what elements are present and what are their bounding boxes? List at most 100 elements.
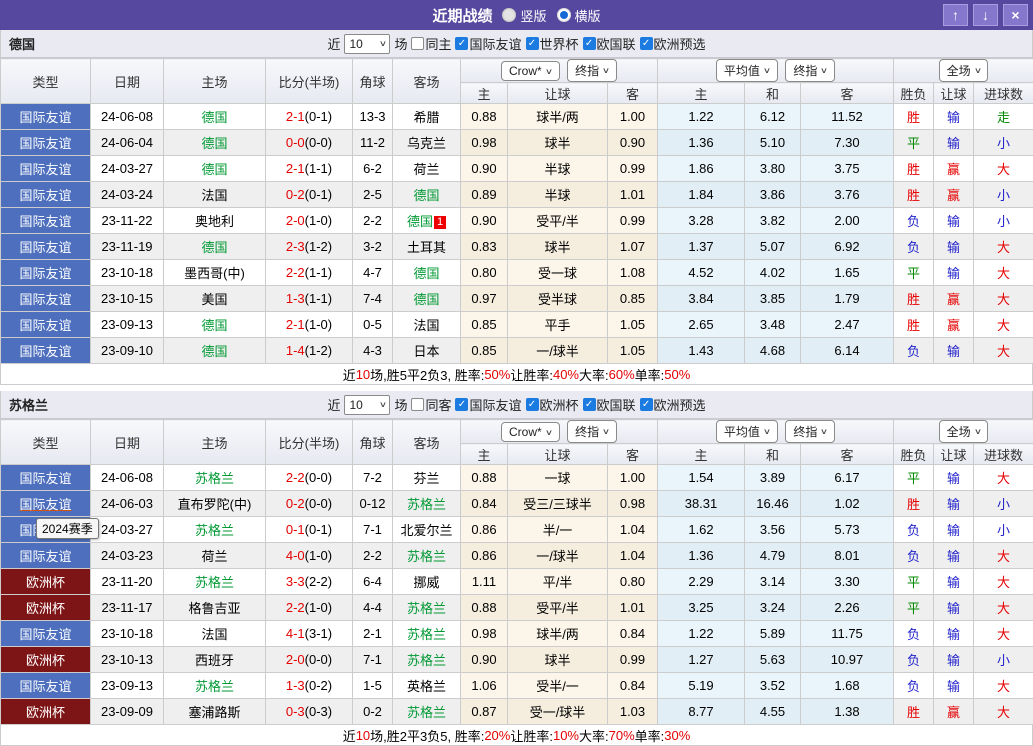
- home-team-cell[interactable]: 苏格兰: [164, 465, 266, 491]
- odds-stage-select[interactable]: 终指∨: [567, 420, 617, 443]
- competition-type-cell[interactable]: 国际友谊: [1, 621, 91, 647]
- home-team-cell[interactable]: 法国: [164, 621, 266, 647]
- competition-type-cell[interactable]: 国际友谊: [1, 312, 91, 338]
- away-team-cell[interactable]: 苏格兰: [393, 621, 461, 647]
- average-group-header: 平均值∨ 终指∨: [658, 59, 894, 83]
- competition-checkbox-euroqualifier[interactable]: ✓ 欧洲预选: [640, 395, 706, 414]
- title-bar: 近期战绩 竖版 横版 ↑ ↓ ×: [0, 0, 1033, 30]
- away-team-cell[interactable]: 挪威: [393, 569, 461, 595]
- away-team-cell[interactable]: 苏格兰: [393, 595, 461, 621]
- home-team-cell[interactable]: 德国: [164, 156, 266, 182]
- away-team-cell[interactable]: 德国: [393, 260, 461, 286]
- home-team-cell[interactable]: 法国: [164, 182, 266, 208]
- same-away-checkbox[interactable]: 同客: [411, 395, 451, 414]
- avg-home-cell: 4.52: [658, 260, 745, 286]
- home-team-cell[interactable]: 德国: [164, 338, 266, 364]
- home-team-cell[interactable]: 苏格兰: [164, 569, 266, 595]
- average-select[interactable]: 平均值∨: [716, 420, 778, 443]
- away-team-cell[interactable]: 北爱尔兰: [393, 517, 461, 543]
- competition-type-cell[interactable]: 欧洲杯: [1, 699, 91, 725]
- home-team-cell[interactable]: 美国: [164, 286, 266, 312]
- bookmaker-select[interactable]: Crow*∨: [501, 422, 560, 442]
- move-up-button[interactable]: ↑: [943, 4, 968, 26]
- handicap-result-cell: 赢: [934, 312, 974, 338]
- match-count-select[interactable]: 10 ∨: [344, 395, 390, 415]
- home-team-cell[interactable]: 直布罗陀(中): [164, 491, 266, 517]
- competition-type-cell[interactable]: 国际友谊: [1, 543, 91, 569]
- away-team-cell[interactable]: 英格兰: [393, 673, 461, 699]
- competition-checkbox-nationsleague[interactable]: ✓ 欧国联: [583, 395, 636, 414]
- away-team-cell[interactable]: 德国: [393, 286, 461, 312]
- avg-away-cell: 3.30: [801, 569, 894, 595]
- away-team-cell[interactable]: 苏格兰: [393, 491, 461, 517]
- competition-checkbox-friendly[interactable]: ✓ 国际友谊: [455, 34, 521, 53]
- competition-type-cell[interactable]: 国际友谊: [1, 260, 91, 286]
- competition-type-cell[interactable]: 欧洲杯: [1, 569, 91, 595]
- home-team-cell[interactable]: 格鲁吉亚: [164, 595, 266, 621]
- odds-stage-select[interactable]: 终指∨: [567, 59, 617, 82]
- competition-checkbox-eurocup[interactable]: ✓ 欧洲杯: [526, 395, 579, 414]
- same-home-checkbox[interactable]: 同主: [411, 34, 451, 53]
- away-team-cell[interactable]: 日本: [393, 338, 461, 364]
- competition-type-cell[interactable]: 国际友谊: [1, 673, 91, 699]
- competition-type-cell[interactable]: 国际友谊: [1, 182, 91, 208]
- match-row: 国际友谊23-11-22奥地利2-0(1-0)2-2德国10.90受平/半0.9…: [1, 208, 1033, 234]
- competition-type-cell[interactable]: 国际友谊: [1, 234, 91, 260]
- scope-select[interactable]: 全场∨: [939, 59, 989, 82]
- home-team-cell[interactable]: 奥地利: [164, 208, 266, 234]
- home-team-cell[interactable]: 塞浦路斯: [164, 699, 266, 725]
- away-team-name: 苏格兰: [407, 549, 446, 564]
- competition-type-cell[interactable]: 国际友谊: [1, 465, 91, 491]
- odds-stage-select[interactable]: 终指∨: [785, 59, 835, 82]
- competition-type-cell[interactable]: 欧洲杯: [1, 595, 91, 621]
- home-team-cell[interactable]: 德国: [164, 104, 266, 130]
- away-team-cell[interactable]: 乌克兰: [393, 130, 461, 156]
- away-team-cell[interactable]: 苏格兰: [393, 647, 461, 673]
- match-row: 国际友谊23-10-18墨西哥(中)2-2(1-1)4-7德国0.80受一球1.…: [1, 260, 1033, 286]
- home-team-cell[interactable]: 苏格兰: [164, 673, 266, 699]
- away-team-cell[interactable]: 德国: [393, 182, 461, 208]
- away-team-cell[interactable]: 土耳其: [393, 234, 461, 260]
- close-icon[interactable]: ×: [1003, 4, 1028, 26]
- home-team-cell[interactable]: 德国: [164, 130, 266, 156]
- home-team-cell[interactable]: 苏格兰: [164, 517, 266, 543]
- competition-checkbox-worldcup[interactable]: ✓ 世界杯: [526, 34, 579, 53]
- competition-type-cell[interactable]: 国际友谊: [1, 491, 91, 517]
- away-team-cell[interactable]: 芬兰: [393, 465, 461, 491]
- competition-checkbox-euroqualifier[interactable]: ✓ 欧洲预选: [640, 34, 706, 53]
- layout-vertical-radio[interactable]: 竖版: [502, 6, 546, 25]
- home-team-cell[interactable]: 德国: [164, 312, 266, 338]
- bookmaker-select[interactable]: Crow*∨: [501, 61, 560, 81]
- fulltime-score: 0-1: [286, 522, 305, 537]
- odds-stage-select[interactable]: 终指∨: [785, 420, 835, 443]
- goals-result-cell-value: 大: [997, 344, 1010, 359]
- competition-type-cell[interactable]: 国际友谊: [1, 104, 91, 130]
- scope-select[interactable]: 全场∨: [939, 420, 989, 443]
- competition-type-cell[interactable]: 国际友谊: [1, 208, 91, 234]
- odds-home-cell: 1.11: [461, 569, 508, 595]
- away-team-cell[interactable]: 荷兰: [393, 156, 461, 182]
- results-table: 类型 日期 主场 比分(半场) 角球 客场 Crow*∨ 终指∨ 平均值∨ 终指…: [0, 58, 1033, 364]
- away-team-cell[interactable]: 苏格兰: [393, 699, 461, 725]
- competition-type-cell[interactable]: 国际友谊: [1, 130, 91, 156]
- match-count-select[interactable]: 10 ∨: [344, 34, 390, 54]
- home-team-cell[interactable]: 荷兰: [164, 543, 266, 569]
- competition-checkbox-nationsleague[interactable]: ✓ 欧国联: [583, 34, 636, 53]
- competition-type-cell[interactable]: 国际友谊: [1, 156, 91, 182]
- competition-type-cell[interactable]: 国际友谊: [1, 286, 91, 312]
- home-team-cell[interactable]: 德国: [164, 234, 266, 260]
- competition-checkbox-friendly[interactable]: ✓ 国际友谊: [455, 395, 521, 414]
- away-team-cell[interactable]: 法国: [393, 312, 461, 338]
- layout-horizontal-radio[interactable]: 横版: [557, 6, 601, 25]
- away-team-cell[interactable]: 苏格兰: [393, 543, 461, 569]
- average-select[interactable]: 平均值∨: [716, 59, 778, 82]
- competition-type-cell[interactable]: 国际友谊: [1, 338, 91, 364]
- competition-type-cell[interactable]: 欧洲杯: [1, 647, 91, 673]
- away-team-cell[interactable]: 德国1: [393, 208, 461, 234]
- corner-cell: 2-2: [353, 543, 393, 569]
- home-team-cell[interactable]: 墨西哥(中): [164, 260, 266, 286]
- move-down-button[interactable]: ↓: [973, 4, 998, 26]
- col-header-date: 日期: [91, 59, 164, 104]
- home-team-cell[interactable]: 西班牙: [164, 647, 266, 673]
- away-team-cell[interactable]: 希腊: [393, 104, 461, 130]
